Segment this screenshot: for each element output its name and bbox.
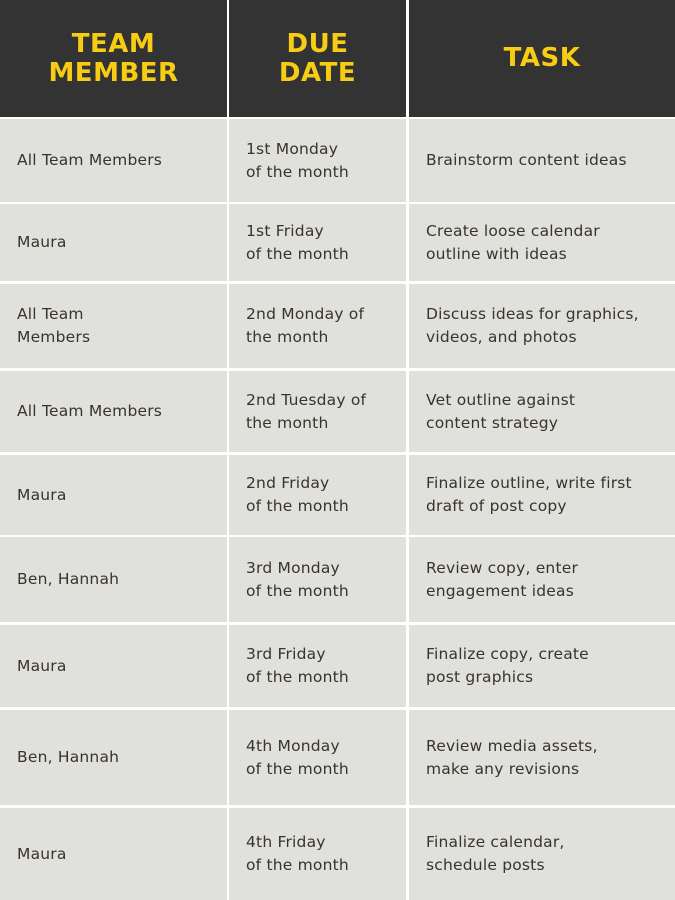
task-text: Create loose calendar outline with ideas (426, 221, 600, 263)
member-cell: Maura (0, 204, 227, 281)
task-text: Vet outline against content strategy (426, 390, 576, 432)
task-text: Brainstorm content ideas (426, 151, 627, 169)
due-date-text: 3rd Friday of the month (246, 645, 349, 686)
due-date-text: 4th Friday of the month (246, 833, 349, 874)
content-calendar-table: TEAM MEMBER DUE DATE TASK All Team Membe… (0, 0, 675, 900)
table-row: Maura 3rd Friday of the month Finalize c… (0, 625, 675, 707)
due-date-text: 3rd Monday of the month (246, 558, 349, 600)
table-row: Maura 2nd Friday of the month Finalize o… (0, 455, 675, 535)
member-cell: Ben, Hannah (0, 537, 227, 622)
member-cell: All Team Members (0, 371, 227, 452)
member-text: Maura (17, 844, 67, 863)
task-text: Review copy, enter engagement ideas (426, 558, 579, 600)
table-row: Ben, Hannah 4th Monday of the month Revi… (0, 710, 675, 805)
member-text: Maura (17, 485, 67, 504)
task-cell: Discuss ideas for graphics, videos, and … (409, 284, 675, 368)
header-due-date: DUE DATE (229, 0, 406, 117)
due-date-text: 2nd Friday of the month (246, 474, 349, 515)
due-date-cell: 2nd Friday of the month (229, 455, 406, 535)
member-text: All Team Members (17, 151, 163, 169)
due-date-cell: 3rd Friday of the month (229, 625, 406, 707)
task-cell: Finalize copy, create post graphics (409, 625, 675, 707)
member-text: Ben, Hannah (17, 748, 120, 766)
task-text: Finalize outline, write first draft of p… (426, 474, 632, 515)
due-date-text: 4th Monday of the month (246, 736, 349, 778)
header-task: TASK (409, 0, 675, 117)
member-text: Maura (17, 656, 67, 675)
member-cell: Ben, Hannah (0, 710, 227, 805)
member-cell: Maura (0, 455, 227, 535)
due-date-text: 1st Monday of the month (246, 139, 349, 181)
due-date-cell: 2nd Monday of the month (229, 284, 406, 368)
task-text: Finalize copy, create post graphics (426, 645, 589, 686)
member-text: All Team Members (17, 402, 163, 420)
header-team-member: TEAM MEMBER (0, 0, 227, 117)
task-text: Review media assets, make any revisions (426, 736, 598, 778)
task-text: Discuss ideas for graphics, videos, and … (426, 305, 639, 346)
table-row: All Team Members 2nd Tuesday of the mont… (0, 371, 675, 452)
task-text: Finalize calendar, schedule posts (426, 833, 565, 874)
task-cell: Review copy, enter engagement ideas (409, 537, 675, 622)
table-row: Ben, Hannah 3rd Monday of the month Revi… (0, 537, 675, 622)
member-cell: All Team Members (0, 119, 227, 202)
due-date-cell: 1st Friday of the month (229, 204, 406, 281)
header-team-member-label: TEAM MEMBER (48, 28, 179, 88)
due-date-cell: 1st Monday of the month (229, 119, 406, 202)
header-due-date-label: DUE DATE (278, 28, 357, 88)
member-cell: Maura (0, 625, 227, 707)
member-text: Maura (17, 233, 67, 251)
due-date-cell: 4th Friday of the month (229, 808, 406, 900)
member-cell: Maura (0, 808, 227, 900)
due-date-cell: 4th Monday of the month (229, 710, 406, 805)
table-row: All Team Members 1st Monday of the month… (0, 119, 675, 202)
task-cell: Finalize calendar, schedule posts (409, 808, 675, 900)
task-cell: Review media assets, make any revisions (409, 710, 675, 805)
header-task-label: TASK (503, 43, 581, 73)
due-date-text: 2nd Monday of the month (246, 305, 365, 346)
table-row: All Team Members 2nd Monday of the month… (0, 284, 675, 368)
due-date-cell: 3rd Monday of the month (229, 537, 406, 622)
due-date-cell: 2nd Tuesday of the month (229, 371, 406, 452)
table-row: Maura 4th Friday of the month Finalize c… (0, 808, 675, 900)
table-header-row: TEAM MEMBER DUE DATE TASK (0, 0, 675, 117)
task-cell: Vet outline against content strategy (409, 371, 675, 452)
task-cell: Finalize outline, write first draft of p… (409, 455, 675, 535)
task-cell: Create loose calendar outline with ideas (409, 204, 675, 281)
table-row: Maura 1st Friday of the month Create loo… (0, 204, 675, 281)
task-cell: Brainstorm content ideas (409, 119, 675, 202)
member-text: All Team Members (17, 305, 91, 346)
due-date-text: 2nd Tuesday of the month (246, 390, 367, 432)
member-cell: All Team Members (0, 284, 227, 368)
member-text: Ben, Hannah (17, 570, 120, 588)
due-date-text: 1st Friday of the month (246, 221, 349, 263)
